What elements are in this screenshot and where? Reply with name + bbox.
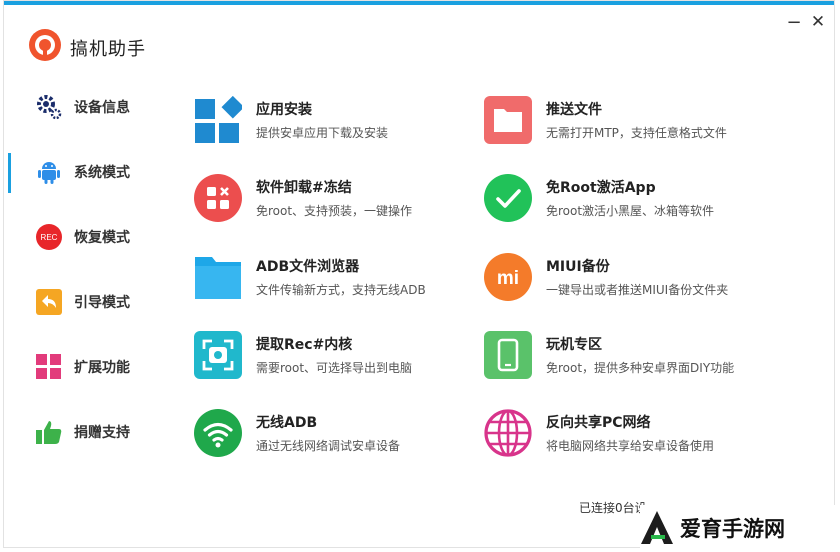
feature-title: 推送文件 [546,102,602,118]
feature-desc: 免root、支持预装，一键操作 [256,204,413,218]
sidebar-item-recovery-mode[interactable]: REC 恢复模式 [4,216,179,258]
feature-title: 软件卸载#冻结 [256,180,352,196]
feature-desc: 需要root、可选择导出到电脑 [256,361,413,375]
thumbs-up-icon [34,417,64,447]
sidebar-item-donate[interactable]: 捐赠支持 [4,411,179,453]
feature-title: MIUI备份 [546,259,610,275]
feature-desc: 无需打开MTP，支持任意格式文件 [546,126,727,140]
main-window: − ✕ 搞机助手 设备信息 系统模式 REC 恢复模式 引导模式 扩展功能 捐赠… [3,0,835,548]
android-icon [34,157,64,187]
feature-uninstall-freeze[interactable]: 软件卸载#冻结 免root、支持预装，一键操作 [194,169,494,229]
watermark-logo-icon [641,510,673,544]
sidebar-item-label: 引导模式 [74,295,130,311]
wifi-icon [194,409,242,457]
check-icon [484,174,532,222]
grid-icon [34,352,64,382]
watermark-text: 爱育手游网 [680,516,785,541]
sidebar-item-system-mode[interactable]: 系统模式 [4,151,179,193]
active-indicator [8,153,11,193]
feature-extract-rec-kernel[interactable]: 提取Rec#内核 需要root、可选择导出到电脑 [194,326,494,386]
sidebar-item-label: 捐赠支持 [74,425,130,441]
feature-desc: 一键导出或者推送MIUI备份文件夹 [546,283,729,297]
globe-icon [484,409,532,457]
uninstall-icon [194,174,242,222]
feature-push-file[interactable]: 推送文件 无需打开MTP，支持任意格式文件 [484,91,784,151]
rec-badge-text: REC [41,233,58,242]
sidebar-item-device-info[interactable]: 设备信息 [4,86,179,128]
feature-desc: 将电脑网络共享给安卓设备使用 [546,439,715,453]
feature-desc: 免root，提供多种安卓界面DIY功能 [546,361,735,375]
sidebar-item-label: 扩展功能 [74,360,130,376]
close-button[interactable]: ✕ [806,11,830,33]
watermark: 爱育手游网 [640,505,836,550]
app-install-icon [195,96,242,143]
app-title: 搞机助手 [70,39,146,60]
folder-icon [195,257,241,299]
sidebar-item-bootloader-mode[interactable]: 引导模式 [4,281,179,323]
feature-title: ADB文件浏览器 [256,259,360,275]
feature-title: 反向共享PC网络 [546,415,651,431]
feature-wireless-adb[interactable]: 无线ADB 通过无线网络调试安卓设备 [194,404,494,464]
minimize-button[interactable]: − [782,11,806,33]
push-file-icon [484,96,532,144]
rec-icon: REC [34,222,64,252]
extract-icon [194,331,242,379]
feature-title: 玩机专区 [546,337,602,353]
feature-title: 无线ADB [256,415,318,431]
feature-title: 免Root激活App [546,180,656,196]
feature-desc: 免root激活小黑屋、冰箱等软件 [546,204,715,218]
feature-desc: 通过无线网络调试安卓设备 [256,439,401,453]
feature-desc: 文件传输新方式，支持无线ADB [256,283,426,297]
mi-badge-text: mi [497,268,519,289]
app-logo-icon [29,29,61,61]
feature-reverse-tethering[interactable]: 反向共享PC网络 将电脑网络共享给安卓设备使用 [484,404,784,464]
connection-status: 已连接0台设 [579,501,647,515]
sidebar-item-label: 系统模式 [74,165,130,181]
feature-miui-backup[interactable]: mi MIUI备份 一键导出或者推送MIUI备份文件夹 [484,248,784,308]
sidebar-item-extensions[interactable]: 扩展功能 [4,346,179,388]
back-arrow-icon [34,287,64,317]
mi-icon: mi [484,253,532,301]
feature-adb-file-browser[interactable]: ADB文件浏览器 文件传输新方式，支持无线ADB [194,248,494,308]
feature-desc: 提供安卓应用下载及安装 [256,126,389,140]
feature-rootless-activate[interactable]: 免Root激活App 免root激活小黑屋、冰箱等软件 [484,169,784,229]
title-accent-bar [4,1,834,5]
gear-icon [34,92,64,122]
feature-title: 应用安装 [256,102,312,118]
feature-title: 提取Rec#内核 [256,337,353,353]
feature-tinkering-zone[interactable]: 玩机专区 免root，提供多种安卓界面DIY功能 [484,326,784,386]
sidebar-item-label: 恢复模式 [74,230,130,246]
feature-app-install[interactable]: 应用安装 提供安卓应用下载及安装 [194,91,494,151]
sidebar-item-label: 设备信息 [74,100,130,116]
phone-icon [484,331,532,379]
